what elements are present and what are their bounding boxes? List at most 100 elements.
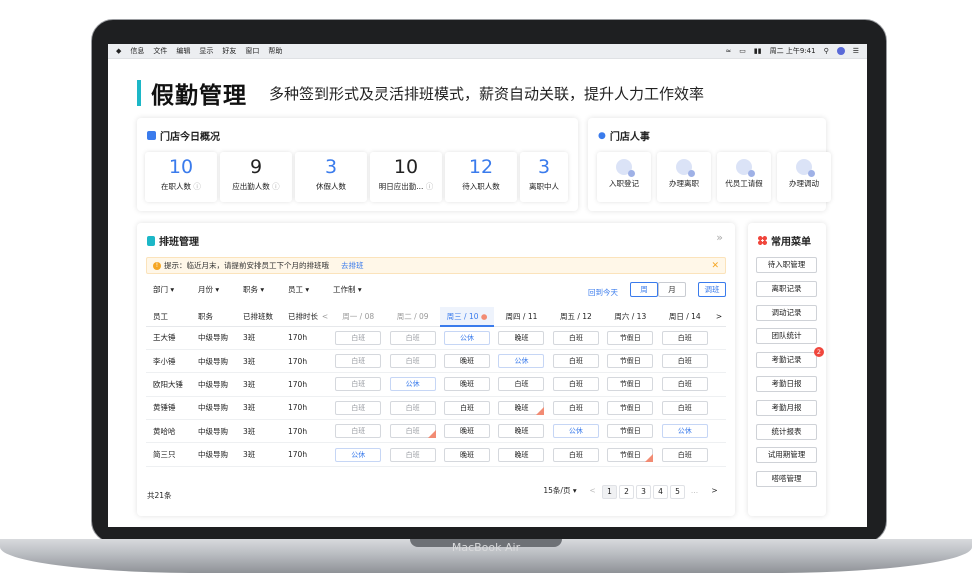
- shift-pill[interactable]: 白班: [661, 447, 708, 462]
- search-icon[interactable]: ⚲: [824, 47, 829, 55]
- page-button[interactable]: <: [585, 485, 600, 499]
- go-schedule-link[interactable]: 去排班: [341, 260, 364, 271]
- shift-pill[interactable]: 节假日: [607, 447, 654, 462]
- shift-pill[interactable]: 白班: [389, 354, 436, 369]
- shift-pill[interactable]: 晚班: [444, 377, 491, 392]
- hr-item[interactable]: 代员工请假: [717, 152, 771, 202]
- common-menu-item[interactable]: 试用期管理: [756, 447, 817, 464]
- shift-pill[interactable]: 公休: [389, 377, 436, 392]
- page-button[interactable]: 5: [670, 485, 685, 499]
- stat-card[interactable]: 3 休假人数: [295, 152, 367, 202]
- shift-pill[interactable]: 白班: [661, 354, 708, 369]
- stat-card[interactable]: 12 待入职人数: [445, 152, 517, 202]
- display-icon[interactable]: ▭: [739, 47, 746, 55]
- common-menu-item[interactable]: 嗒嗒管理: [756, 471, 817, 488]
- table-row[interactable]: 黄锤锤 中级导购 3班 170h 白班 白班 白班 晚班 白班 节假日 白班: [146, 396, 726, 421]
- hr-item[interactable]: 办理离职: [657, 152, 711, 202]
- menu-view[interactable]: 显示: [199, 46, 213, 56]
- shift-pill[interactable]: 白班: [389, 424, 436, 439]
- adjust-shift-button[interactable]: 调班: [698, 282, 726, 297]
- filter-department[interactable]: 部门 ▾: [153, 284, 198, 295]
- shift-pill[interactable]: 晚班: [498, 424, 545, 439]
- shift-pill[interactable]: 节假日: [607, 330, 654, 345]
- shift-pill[interactable]: 公休: [552, 424, 599, 439]
- menu-edit[interactable]: 编辑: [176, 46, 190, 56]
- table-row[interactable]: 欧阳大锤 中级导购 3班 170h 白班 公休 晚班 白班 白班 节假日 白班: [146, 372, 726, 397]
- shift-pill[interactable]: 白班: [389, 447, 436, 462]
- info-icon[interactable]: ⓘ: [270, 182, 280, 191]
- shift-pill[interactable]: 白班: [552, 330, 599, 345]
- week-toggle[interactable]: 周: [630, 282, 658, 297]
- menu-messages[interactable]: 信息: [130, 46, 144, 56]
- shift-pill[interactable]: 白班: [552, 377, 599, 392]
- shift-pill[interactable]: 白班: [552, 354, 599, 369]
- shift-pill[interactable]: 白班: [444, 400, 491, 415]
- page-size-select[interactable]: 15条/页 ▾: [541, 485, 579, 499]
- page-button[interactable]: 2: [619, 485, 634, 499]
- stat-card[interactable]: 10 在职人数 ⓘ: [145, 152, 217, 202]
- shift-pill[interactable]: 白班: [335, 330, 382, 345]
- shift-pill[interactable]: 公休: [498, 354, 545, 369]
- stat-card[interactable]: 10 明日应出勤... ⓘ: [370, 152, 442, 202]
- shift-pill[interactable]: 节假日: [607, 377, 654, 392]
- shift-pill[interactable]: 白班: [498, 377, 545, 392]
- page-button[interactable]: 4: [653, 485, 668, 499]
- table-row[interactable]: 王大锤 中级导购 3班 170h 白班 白班 公休 晚班 白班 节假日 白班: [146, 326, 726, 350]
- prev-week-button[interactable]: <: [319, 307, 331, 327]
- shift-pill[interactable]: 节假日: [607, 400, 654, 415]
- filter-employee[interactable]: 员工 ▾: [288, 284, 333, 295]
- shift-pill[interactable]: 白班: [661, 377, 708, 392]
- common-menu-item[interactable]: 考勤记录: [756, 352, 817, 369]
- notification-center-icon[interactable]: ☰: [853, 47, 859, 55]
- common-menu-item[interactable]: 考勤日报: [756, 376, 817, 392]
- shift-pill[interactable]: 公休: [661, 424, 708, 439]
- next-week-button[interactable]: >: [712, 307, 726, 327]
- common-menu-item[interactable]: 统计报表: [756, 423, 817, 440]
- shift-pill[interactable]: 节假日: [607, 354, 654, 369]
- shift-pill[interactable]: 白班: [335, 377, 382, 392]
- common-menu-item[interactable]: 待入职管理: [756, 257, 817, 273]
- shift-pill[interactable]: 公休: [335, 447, 382, 462]
- shift-pill[interactable]: 晚班: [444, 447, 491, 462]
- shift-pill[interactable]: 白班: [661, 330, 708, 345]
- clock[interactable]: 周二 上午9:41: [770, 46, 816, 56]
- shift-pill[interactable]: 白班: [389, 330, 436, 345]
- common-menu-item[interactable]: 考勤月报: [756, 399, 817, 416]
- page-button[interactable]: 3: [636, 485, 651, 499]
- filter-work-system[interactable]: 工作制 ▾: [333, 284, 378, 295]
- siri-icon[interactable]: [836, 47, 845, 55]
- filter-month[interactable]: 月份 ▾: [198, 284, 243, 295]
- filter-position[interactable]: 职务 ▾: [243, 284, 288, 295]
- stat-card[interactable]: 3 离职中人: [520, 152, 568, 202]
- shift-pill[interactable]: 白班: [661, 400, 708, 415]
- shift-pill[interactable]: 白班: [335, 354, 382, 369]
- hr-item[interactable]: 办理调动: [777, 152, 831, 202]
- table-row[interactable]: 黄哈哈 中级导购 3班 170h 白班 白班 晚班 晚班 公休 节假日 公休: [146, 419, 726, 444]
- menu-window[interactable]: 窗口: [245, 46, 259, 56]
- collapse-icon[interactable]: »: [716, 231, 723, 244]
- shift-pill[interactable]: 晚班: [498, 330, 545, 345]
- info-icon[interactable]: ⓘ: [191, 182, 201, 191]
- shift-pill[interactable]: 晚班: [498, 400, 545, 415]
- month-toggle[interactable]: 月: [658, 282, 686, 297]
- hr-item[interactable]: 入职登记: [597, 152, 651, 202]
- menu-buddies[interactable]: 好友: [222, 46, 236, 56]
- common-menu-item[interactable]: 离职记录: [756, 280, 817, 297]
- shift-pill[interactable]: 晚班: [444, 424, 491, 439]
- page-button[interactable]: ...: [687, 485, 702, 499]
- shift-pill[interactable]: 白班: [335, 424, 382, 439]
- table-row[interactable]: 李小锤 中级导购 3班 170h 白班 白班 晚班 公休 白班 节假日 白班: [146, 349, 726, 374]
- shift-pill[interactable]: 公休: [444, 330, 491, 345]
- shift-pill[interactable]: 白班: [552, 447, 599, 462]
- shift-pill[interactable]: 白班: [335, 400, 382, 415]
- shift-pill[interactable]: 节假日: [607, 424, 654, 439]
- page-button[interactable]: >: [707, 485, 722, 499]
- common-menu-item[interactable]: 团队统计: [756, 328, 817, 345]
- stat-card[interactable]: 9 应出勤人数 ⓘ: [220, 152, 292, 202]
- battery-icon[interactable]: ▮▮: [754, 47, 762, 55]
- shift-pill[interactable]: 晚班: [444, 354, 491, 369]
- shift-pill[interactable]: 白班: [552, 400, 599, 415]
- common-menu-item[interactable]: 调动记录: [756, 304, 817, 321]
- info-icon[interactable]: ⓘ: [423, 182, 434, 191]
- wifi-icon[interactable]: ≈: [725, 47, 731, 55]
